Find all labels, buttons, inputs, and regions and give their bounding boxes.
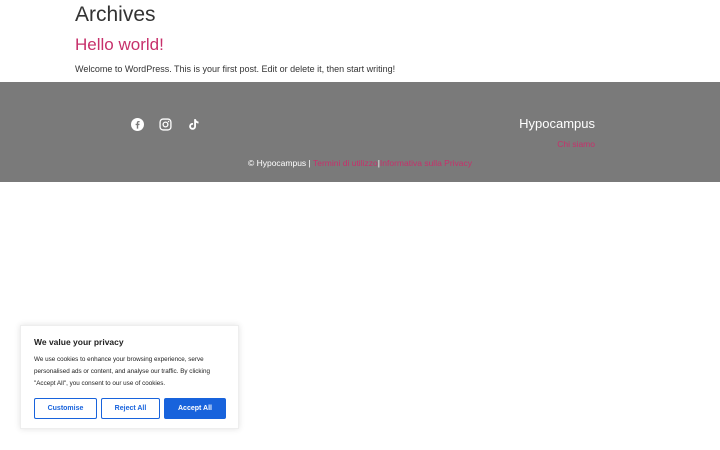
terms-link[interactable]: Termini di utilizzo [313,158,378,168]
footer-brand: Hypocampus [519,116,595,131]
customise-button[interactable]: Customise [34,398,97,419]
privacy-link[interactable]: Informativa sulla Privacy [380,158,472,168]
site-footer: Hypocampus Chi siamo © Hypocampus | Term… [0,82,720,182]
cookie-consent-banner: We value your privacy We use cookies to … [20,325,239,429]
post-title-link[interactable]: Hello world! [75,35,164,55]
social-links [131,118,200,131]
post-excerpt: Welcome to WordPress. This is your first… [75,64,396,74]
cookie-buttons: Customise Reject All Accept All [34,398,226,419]
reject-all-button[interactable]: Reject All [101,398,160,419]
facebook-icon[interactable] [131,118,144,131]
tiktok-icon[interactable] [187,118,200,131]
chi-siamo-link[interactable]: Chi siamo [557,139,595,149]
cookie-description: We use cookies to enhance your browsing … [34,356,210,387]
cookie-title: We value your privacy [34,337,124,347]
instagram-icon[interactable] [159,118,172,131]
copyright-line: © Hypocampus | Termini di utilizzo|Infor… [0,158,720,168]
page: Archives Hello world! Welcome to WordPre… [0,0,720,450]
copyright-text: © Hypocampus | [247,158,311,168]
accept-all-button[interactable]: Accept All [164,398,226,419]
page-title: Archives [75,3,156,26]
